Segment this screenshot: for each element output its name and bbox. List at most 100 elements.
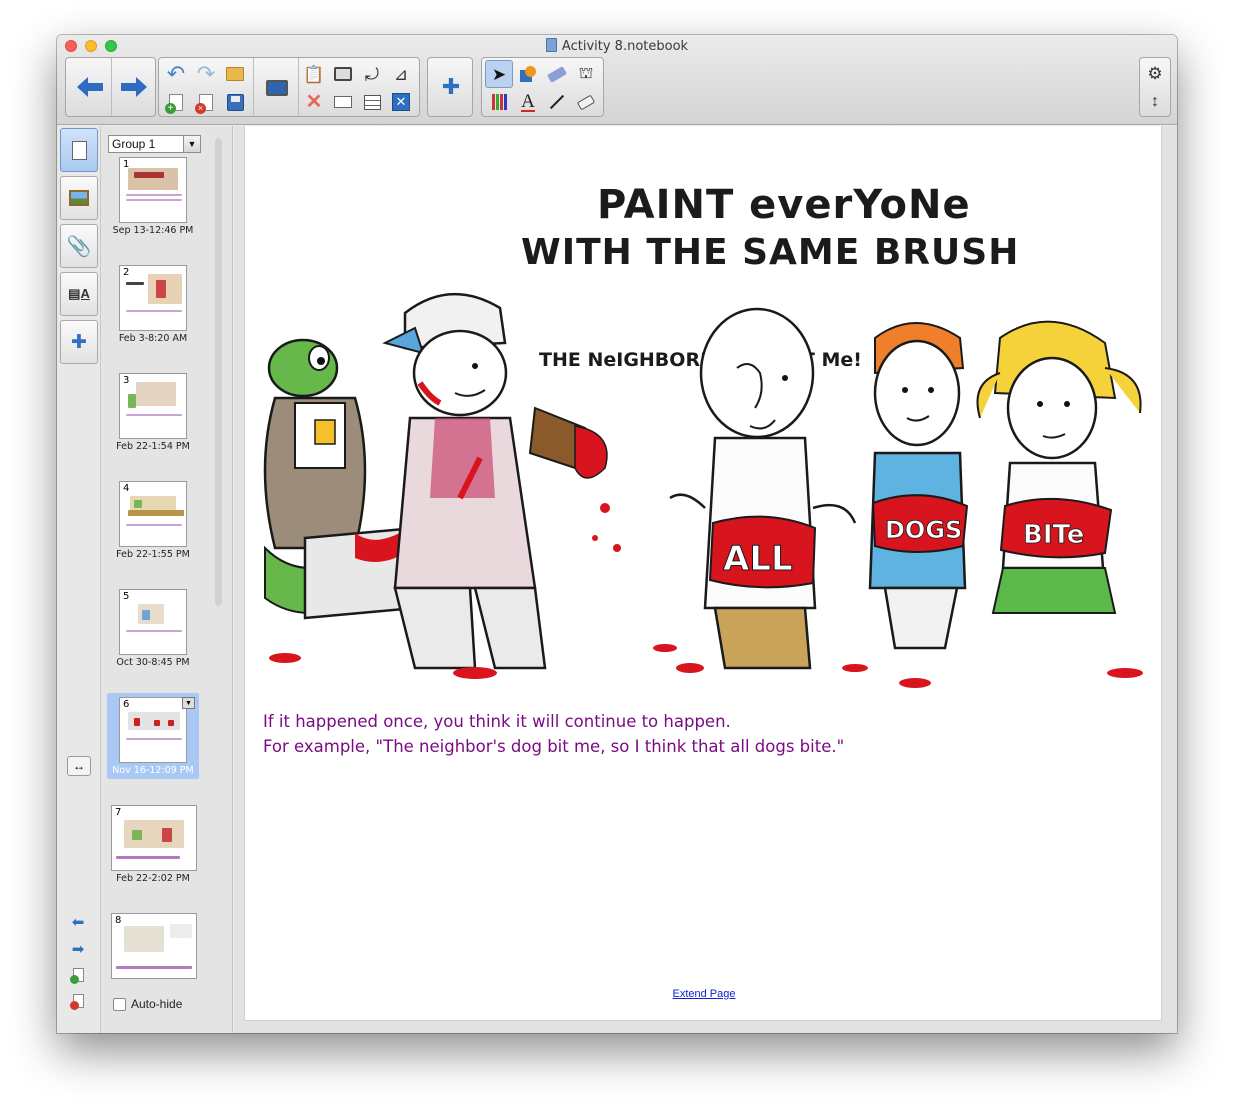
whiteboard-page[interactable]: PAINT everYoNe WITH THE SAME BRUSH THE N… bbox=[244, 126, 1162, 1021]
page-number: 3 bbox=[123, 375, 130, 386]
toolbar-nav-group bbox=[65, 57, 156, 117]
paperclip-icon: 📎 bbox=[66, 235, 92, 258]
text-tool-button[interactable]: A bbox=[514, 88, 542, 116]
magic-pen-tool-button[interactable] bbox=[543, 60, 571, 88]
autohide-checkbox[interactable]: Auto-hide bbox=[113, 997, 182, 1011]
document-icon bbox=[545, 38, 557, 52]
page-thumbnail-2[interactable]: 2 Feb 3-8:20 AM bbox=[107, 261, 199, 347]
turtle-character bbox=[263, 338, 417, 620]
screen-capture-button[interactable] bbox=[329, 60, 357, 88]
previous-page-button[interactable] bbox=[68, 58, 112, 116]
add-page-icon bbox=[69, 968, 84, 984]
screen-shade-button[interactable] bbox=[259, 72, 295, 104]
fill-bucket-icon: ⛫ bbox=[578, 65, 594, 82]
page-thumbnail-8[interactable]: 8 bbox=[107, 909, 199, 995]
sidebar-add-page-button[interactable] bbox=[67, 966, 89, 984]
eraser-icon bbox=[576, 94, 596, 110]
right-arrow-icon: ➡ bbox=[71, 941, 85, 958]
tab-gallery[interactable] bbox=[60, 176, 98, 220]
page-menu-chevron-icon[interactable]: ▼ bbox=[182, 697, 195, 709]
page-thumbnail-3[interactable]: 3 Feb 22-1:54 PM bbox=[107, 369, 199, 455]
left-arrow-icon: ⬅ bbox=[71, 914, 85, 931]
move-sidebar-button[interactable]: ↔ bbox=[67, 756, 91, 776]
move-toolbar-button[interactable]: ↕ bbox=[1141, 88, 1169, 116]
line-icon bbox=[549, 94, 565, 110]
full-screen-button[interactable]: ✕ bbox=[387, 88, 415, 116]
sidebar-next-page-button[interactable]: ➡ bbox=[67, 940, 89, 958]
extend-page-link[interactable]: Extend Page bbox=[245, 988, 1163, 1000]
clipboard-icon: 📋 bbox=[303, 64, 325, 84]
save-icon bbox=[226, 93, 244, 111]
open-button[interactable] bbox=[221, 60, 249, 88]
boy-dogs-shirt-character: DOGS bbox=[868, 322, 969, 650]
rotate-icon: ⤾ bbox=[364, 64, 380, 84]
tab-attachments[interactable]: 📎 bbox=[60, 224, 98, 268]
page-caption: Feb 3-8:20 AM bbox=[118, 333, 188, 344]
page-preview-image: 7 bbox=[111, 805, 197, 871]
undo-button[interactable]: ↶ bbox=[162, 60, 190, 88]
page-preview-image: 6 bbox=[119, 697, 187, 763]
page-thumbnail-1[interactable]: 1 Sep 13-12:46 PM bbox=[107, 153, 199, 239]
shirt-word-all: ALL bbox=[723, 539, 793, 579]
girl-bite-shirt-character: BITe bbox=[976, 320, 1142, 614]
paste-button[interactable]: 📋 bbox=[300, 60, 328, 88]
sorter-scrollbar[interactable] bbox=[215, 138, 222, 606]
tab-add-ons[interactable]: ✚ bbox=[60, 320, 98, 364]
shapes-icon bbox=[520, 66, 536, 82]
page-caption: Nov 16-12:09 PM bbox=[112, 765, 194, 776]
fullscreen-icon: ✕ bbox=[392, 93, 410, 111]
page-preview-image: 2 bbox=[119, 265, 187, 331]
group-select[interactable]: Group 1 ▼ bbox=[108, 135, 201, 153]
page-sorter: Group 1 ▼ 1 Sep 13-12:46 PM 2 Feb 3-8:20… bbox=[101, 126, 233, 1033]
page-thumbnail-4[interactable]: 4 Feb 22-1:55 PM bbox=[107, 477, 199, 563]
delete-button[interactable]: ✕ bbox=[300, 88, 328, 116]
toolbar-main-group: ↶ ↷ + × 📋 ⤾ ⊿ ✕ ✕ bbox=[158, 57, 420, 117]
document-camera-button[interactable] bbox=[329, 88, 357, 116]
camera-icon bbox=[334, 67, 352, 81]
pens-tool-button[interactable] bbox=[485, 88, 513, 116]
eraser-pen-icon bbox=[546, 65, 568, 83]
checkbox-box bbox=[113, 997, 126, 1011]
page-caption: Oct 30-8:45 PM bbox=[116, 657, 190, 668]
next-page-button[interactable] bbox=[112, 58, 156, 116]
monitor-icon bbox=[266, 80, 288, 96]
save-button[interactable] bbox=[221, 88, 249, 116]
delete-page-icon bbox=[69, 994, 84, 1010]
cartoon-title-line1: PAINT everYoNe bbox=[597, 182, 971, 228]
page-thumbnail-7[interactable]: 7 Feb 22-2:02 PM bbox=[107, 801, 199, 887]
add-page-button[interactable]: + bbox=[162, 88, 190, 116]
fill-tool-button[interactable]: ⛫ bbox=[572, 60, 600, 88]
measurement-tools-button[interactable]: ⊿ bbox=[387, 60, 415, 88]
select-tool-button[interactable]: ➤ bbox=[485, 60, 513, 88]
titlebar: Activity 8.notebook ↶ ↷ + × 📋 ⤾ ⊿ ✕ ✕ ✚ … bbox=[57, 35, 1177, 125]
settings-button[interactable]: ⚙ bbox=[1141, 59, 1169, 87]
page-caption: Feb 22-2:02 PM bbox=[116, 873, 190, 884]
sidebar-previous-page-button[interactable]: ⬅ bbox=[67, 913, 89, 931]
rotate-button[interactable]: ⤾ bbox=[358, 60, 386, 88]
add-on-button[interactable]: ✚ bbox=[436, 72, 466, 102]
insert-table-button[interactable] bbox=[358, 88, 386, 116]
sidebar-delete-page-button[interactable] bbox=[67, 992, 89, 1010]
redo-button[interactable]: ↷ bbox=[192, 60, 220, 88]
gear-icon: ⚙ bbox=[1147, 63, 1163, 83]
page-thumbnail-5[interactable]: 5 Oct 30-8:45 PM bbox=[107, 585, 199, 671]
page-thumbnail-6[interactable]: 6 ▼ Nov 16-12:09 PM bbox=[107, 693, 199, 779]
toolbar-right-group: ⚙ ↕ bbox=[1139, 57, 1171, 117]
tab-page-sorter[interactable] bbox=[60, 128, 98, 172]
shapes-tool-button[interactable] bbox=[514, 60, 542, 88]
cartoon-title-line2: WITH THE SAME BRUSH bbox=[521, 232, 1019, 273]
table-icon bbox=[363, 94, 381, 110]
tab-properties[interactable]: ▤A bbox=[60, 272, 98, 316]
delete-x-icon: ✕ bbox=[305, 91, 323, 113]
page-preview-image: 5 bbox=[119, 589, 187, 655]
cursor-icon: ➤ bbox=[491, 64, 507, 84]
page-preview-image: 4 bbox=[119, 481, 187, 547]
delete-page-button[interactable]: × bbox=[192, 88, 220, 116]
paint-splatter bbox=[269, 644, 1143, 688]
page-text-box[interactable]: If it happened once, you think it will c… bbox=[263, 709, 844, 759]
page-preview-image: 1 bbox=[119, 157, 187, 223]
presentation-icon bbox=[334, 96, 352, 108]
text-line-1: If it happened once, you think it will c… bbox=[263, 712, 731, 731]
eraser-tool-button[interactable] bbox=[572, 88, 600, 116]
lines-tool-button[interactable] bbox=[543, 88, 571, 116]
